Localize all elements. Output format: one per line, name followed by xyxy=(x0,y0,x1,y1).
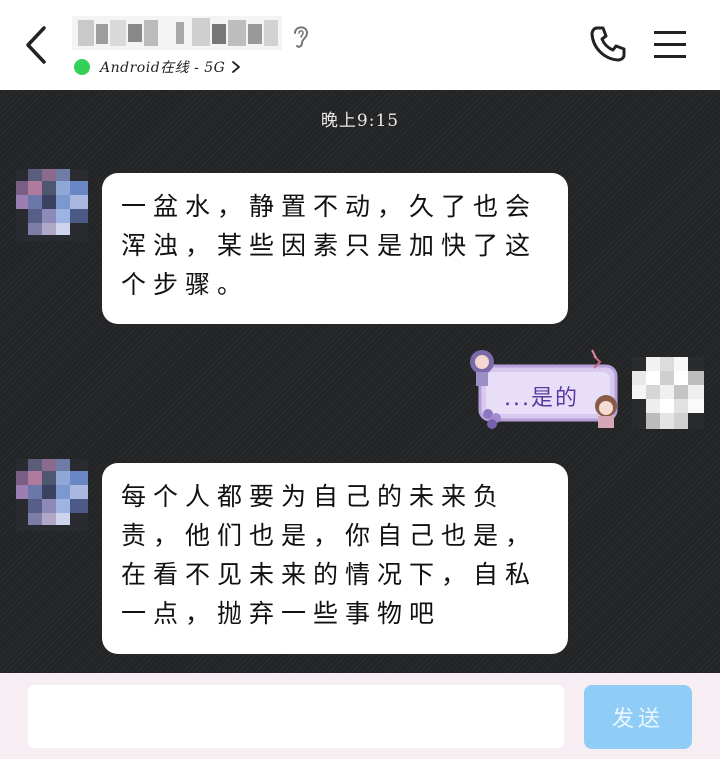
chat-header: Android在线 - 5G xyxy=(0,0,720,90)
message-timestamp: 晚上9:15 xyxy=(320,111,400,131)
message-list[interactable]: 晚上9:15 一盆水，静置不动，久了也会浑浊，某些因素只是加快了这个步骤。 ..… xyxy=(0,90,720,673)
contact-avatar[interactable] xyxy=(16,169,88,241)
hamburger-menu-icon[interactable] xyxy=(652,28,688,60)
status-text: Android在线 - 5G xyxy=(100,60,226,76)
self-avatar[interactable] xyxy=(632,357,704,429)
ear-icon[interactable] xyxy=(290,22,312,50)
online-dot-icon xyxy=(74,59,90,75)
incoming-message-bubble[interactable]: 一盆水，静置不动，久了也会浑浊，某些因素只是加快了这个步骤。 xyxy=(102,173,568,324)
contact-avatar[interactable] xyxy=(16,459,88,531)
phone-icon[interactable] xyxy=(588,24,628,64)
incoming-message-bubble[interactable]: 每个人都要为自己的未来负责，他们也是，你自己也是，在看不见未来的情况下，自私一点… xyxy=(102,463,568,654)
contact-name-blurred xyxy=(72,16,282,50)
sticker-text: ...是的 xyxy=(504,386,579,411)
send-button[interactable]: 发送 xyxy=(584,685,692,749)
online-status[interactable]: Android在线 - 5G xyxy=(74,56,241,78)
chevron-right-icon xyxy=(232,61,241,73)
message-input[interactable] xyxy=(28,685,564,748)
back-chevron-icon[interactable] xyxy=(18,24,58,66)
composer-bar: 发送 xyxy=(0,673,720,759)
